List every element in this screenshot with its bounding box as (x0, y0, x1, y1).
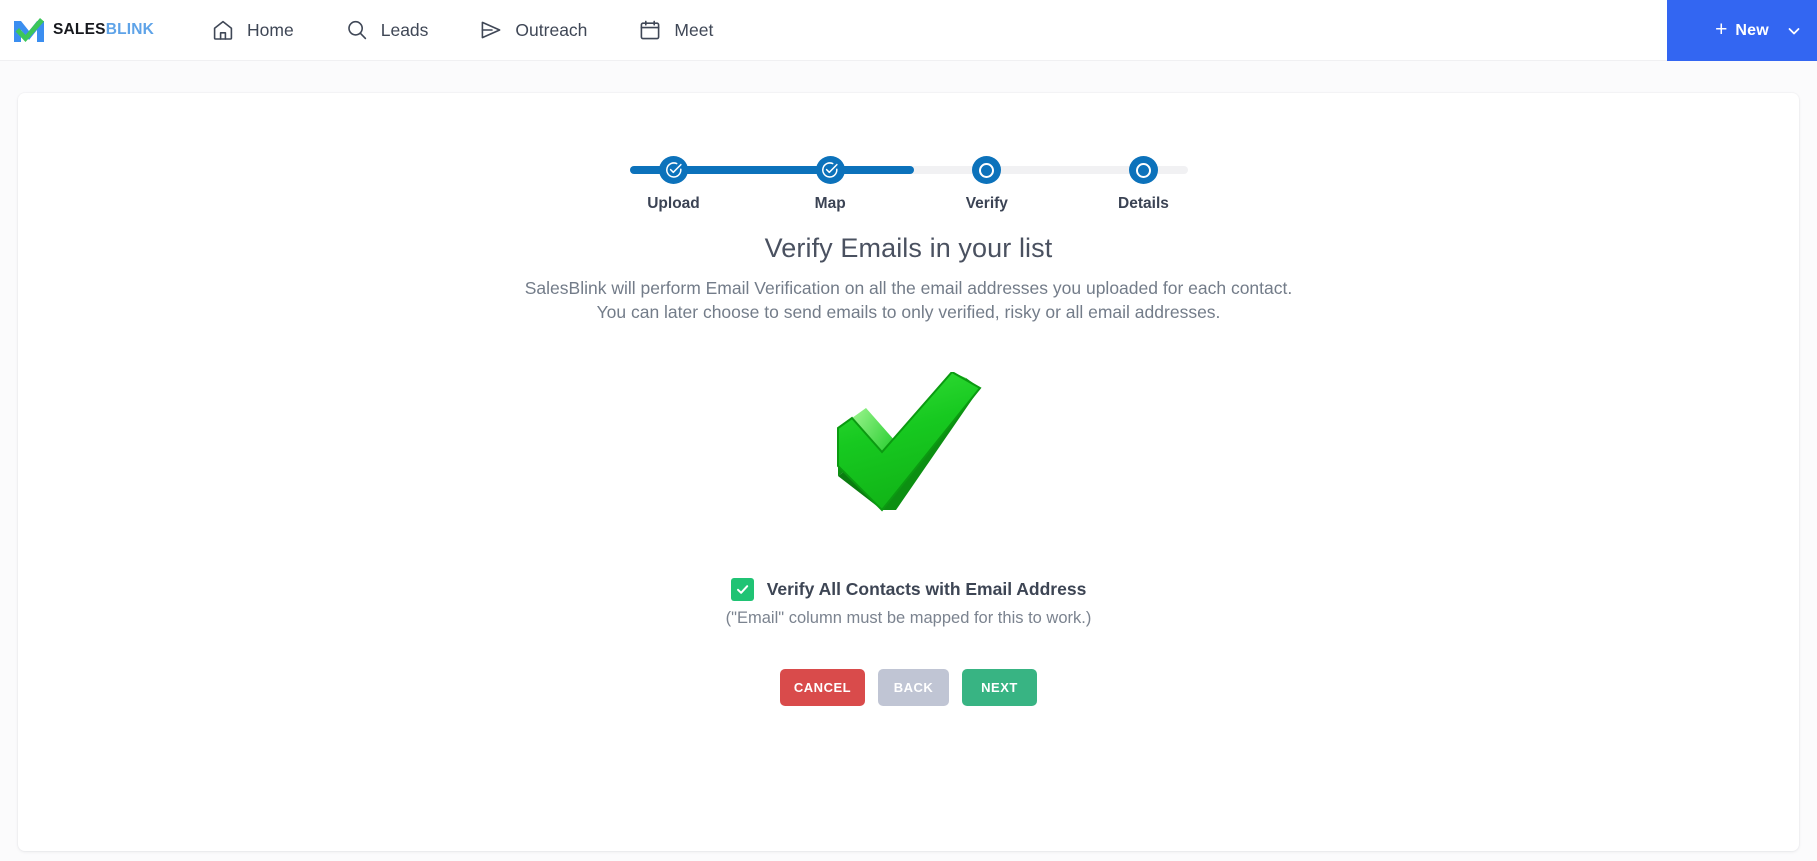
page-body: Upload Map Verify Details Verify Emails … (0, 61, 1817, 851)
salesblink-check-logo-icon (14, 18, 44, 42)
cancel-button[interactable]: CANCEL (780, 669, 865, 707)
stepper-step-details[interactable]: Details (1093, 143, 1193, 213)
nav-item-outreach-label: Outreach (515, 19, 588, 40)
page-description-line-1: SalesBlink will perform Email Verificati… (524, 278, 1293, 298)
verify-all-checkbox-note: ("Email" column must be mapped for this … (725, 609, 1092, 628)
verify-all-checkbox[interactable] (730, 578, 754, 602)
calendar-icon (637, 17, 663, 43)
brand-name-secondary: BLINK (105, 21, 155, 39)
wizard-stepper: Upload Map Verify Details (624, 143, 1194, 213)
nav-item-leads-label: Leads (380, 19, 429, 40)
ring-icon (972, 156, 1002, 184)
brand-logo[interactable]: SALESBLINK (12, 0, 154, 61)
stepper-step-upload[interactable]: Upload (624, 143, 724, 213)
nav-item-leads[interactable]: Leads (344, 17, 429, 43)
brand-name-primary: SALES (53, 21, 106, 39)
plus-icon: + (1715, 18, 1728, 41)
wizard-card: Upload Map Verify Details Verify Emails … (18, 93, 1799, 851)
stepper-step-map-label: Map (814, 195, 846, 212)
check-circle-icon (815, 156, 845, 184)
search-icon (344, 17, 370, 43)
stepper-step-details-label: Details (1118, 195, 1169, 212)
stepper-step-verify[interactable]: Verify (937, 143, 1037, 213)
nav-item-outreach[interactable]: Outreach (478, 17, 587, 43)
page-description: SalesBlink will perform Email Verificati… (18, 276, 1799, 324)
ring-icon (1128, 156, 1158, 184)
check-circle-icon (659, 156, 688, 184)
chevron-down-icon[interactable] (1786, 23, 1802, 39)
nav-item-home-label: Home (247, 19, 294, 40)
primary-nav-items: Home Leads Outreach Meet (210, 17, 763, 43)
nav-item-meet-label: Meet (674, 19, 714, 40)
nav-item-meet[interactable]: Meet (637, 17, 713, 43)
verify-all-checkbox-row[interactable]: Verify All Contacts with Email Address (18, 578, 1799, 602)
top-navigation-bar: SALESBLINK Home Leads Outreach Meet + Ne… (0, 0, 1817, 61)
stepper-step-verify-label: Verify (965, 195, 1008, 212)
wizard-actions: CANCEL BACK NEXT (18, 669, 1799, 707)
home-icon (210, 17, 236, 43)
new-button[interactable]: + New (1667, 0, 1817, 61)
stepper-step-upload-label: Upload (647, 195, 700, 212)
next-button[interactable]: NEXT (962, 669, 1037, 707)
check-icon (736, 585, 748, 595)
verify-all-checkbox-label: Verify All Contacts with Email Address (766, 579, 1087, 600)
paper-plane-icon (478, 17, 504, 43)
page-description-line-2: You can later choose to send emails to o… (596, 302, 1221, 323)
stepper-step-map[interactable]: Map (780, 143, 880, 213)
green-checkmark-3d-icon (18, 372, 1799, 512)
nav-item-home[interactable]: Home (210, 17, 294, 43)
new-button-label: New (1735, 21, 1769, 39)
brand-logo-text: SALESBLINK (53, 22, 154, 38)
page-title: Verify Emails in your list (764, 233, 1053, 263)
back-button[interactable]: BACK (878, 669, 949, 707)
